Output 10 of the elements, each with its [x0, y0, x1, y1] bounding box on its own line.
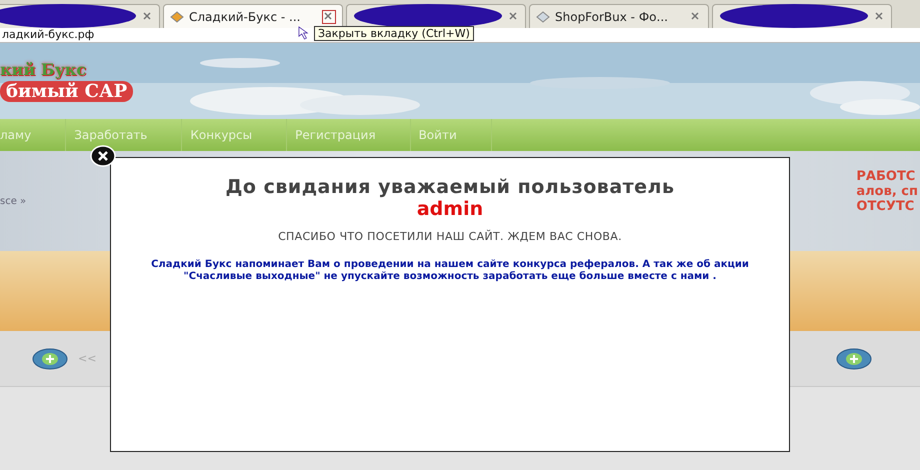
site-logo-subtitle: бимый САР: [0, 81, 134, 102]
site-logo-title: кий Букс: [0, 60, 88, 79]
dialog-subtitle: СПАСИБО ЧТО ПОСЕТИЛИ НАШ САЙТ. ЖДЕМ ВАС СНОВА.: [278, 230, 622, 243]
username: admin: [416, 198, 484, 220]
headline-text: алов, сп: [856, 184, 918, 198]
headline-text: ОТСУТС: [856, 198, 916, 214]
dialog-title: До свидания уважаемый пользователь: [226, 176, 674, 198]
dialog-message: Сладкий Букс напоминает Вам о проведении на нашем сайте конкурса рефералов. А так же об акции "Счасливые выходные" не упускайте возможность заработать еще больше вместе с нами .: [150, 259, 750, 283]
headline-text: РАБОТС: [856, 168, 916, 184]
tooltip: Закрыть вкладку (Ctrl+W): [314, 26, 474, 41]
